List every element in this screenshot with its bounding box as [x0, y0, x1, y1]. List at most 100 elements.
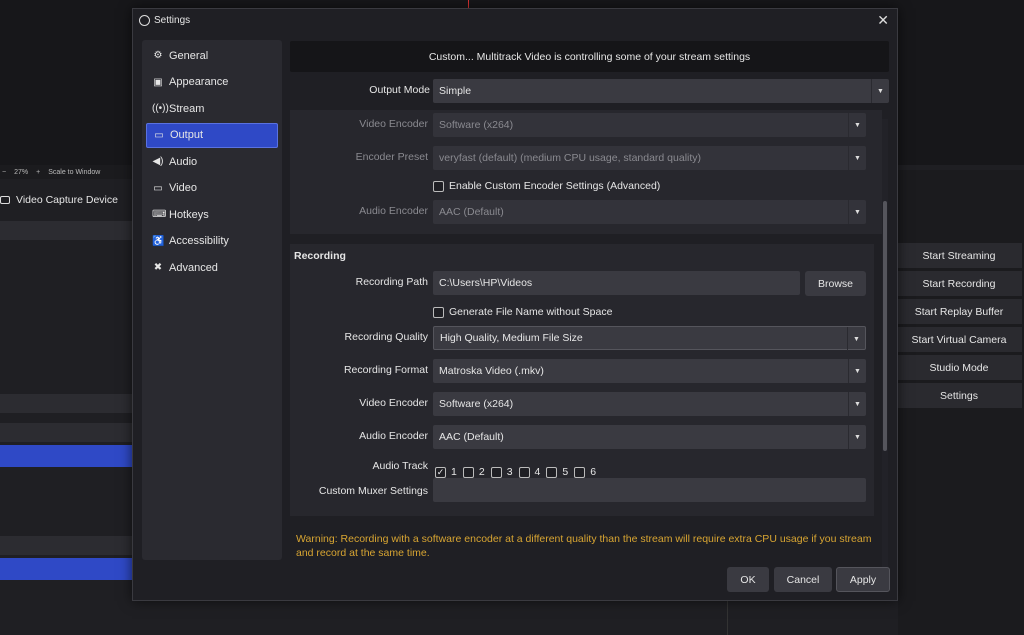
chevron-down-icon: ▼ — [848, 113, 866, 137]
settings-button[interactable]: Settings — [896, 383, 1022, 408]
stream-video-encoder-label: Video Encoder — [359, 118, 428, 130]
sidebar-item-label: Output — [170, 129, 204, 141]
recording-format-label: Recording Format — [343, 364, 428, 376]
sidebar-item-label: General — [169, 49, 209, 62]
scale-label[interactable]: Scale to Window — [48, 169, 100, 176]
rec-audio-encoder-label: Audio Encoder — [359, 430, 428, 442]
scroll-thumb[interactable] — [883, 201, 887, 451]
sidebar-item-audio[interactable]: ◀) Audio — [146, 149, 278, 174]
recording-quality-select[interactable]: High Quality, Medium File Size ▼ — [433, 326, 866, 351]
sidebar-item-label: Appearance — [169, 76, 229, 88]
encoder-preset-select[interactable]: veryfast (default) (medium CPU usage, st… — [433, 146, 866, 170]
stream-video-encoder-value: Software (x264) — [439, 119, 514, 131]
source-item[interactable]: Video Capture Device — [0, 188, 132, 212]
audio-track-1[interactable]: ✓ 1 — [435, 466, 457, 478]
dialog-title: Settings — [154, 14, 191, 26]
panel-header — [0, 394, 132, 413]
recording-quality-value: High Quality, Medium File Size — [440, 332, 583, 344]
sidebar-item-hotkeys[interactable]: ⌨ Hotkeys — [146, 202, 278, 227]
track-label: 6 — [590, 466, 597, 478]
stream-audio-encoder-value: AAC (Default) — [439, 206, 504, 218]
audio-track-2[interactable]: 2 — [462, 466, 485, 478]
wrench-icon: ✖ — [153, 262, 163, 273]
track-label: 5 — [562, 466, 569, 478]
sidebar-item-stream[interactable]: ((•)) Stream — [146, 96, 278, 121]
track-label: 4 — [534, 466, 541, 478]
check-icon[interactable]: ✓ — [435, 466, 446, 478]
zoom-plus-icon[interactable]: + — [36, 169, 40, 176]
recording-quality-label: Recording Quality — [344, 331, 428, 343]
multitrack-banner: Custom... Multitrack Video is controllin… — [290, 41, 889, 72]
sidebar-item-label: Hotkeys — [169, 208, 209, 221]
studio-mode-button[interactable]: Studio Mode — [896, 355, 1022, 380]
filename-nospace-checkbox[interactable]: Generate File Name without Space — [433, 306, 612, 318]
rec-audio-encoder-select[interactable]: AAC (Default) ▼ — [433, 425, 866, 449]
encoder-preset-label: Encoder Preset — [355, 151, 428, 163]
recording-format-select[interactable]: Matroska Video (.mkv) ▼ — [433, 359, 866, 383]
start-virtual-camera-button[interactable]: Start Virtual Camera — [896, 327, 1022, 352]
stream-video-encoder-select[interactable]: Software (x264) ▼ — [433, 113, 866, 137]
audio-track-3[interactable]: 3 — [490, 466, 513, 478]
checkbox-box[interactable] — [574, 466, 586, 478]
audio-track-4[interactable]: 4 — [518, 466, 541, 478]
sidebar-item-general[interactable]: ⚙ General — [146, 43, 278, 68]
cpu-warning-text: Warning: Recording with a software encod… — [296, 533, 872, 559]
sidebar-item-appearance[interactable]: ▣ Appearance — [146, 70, 278, 95]
obs-logo-icon — [139, 14, 150, 26]
recording-path-label: Recording Path — [355, 276, 428, 288]
start-streaming-button[interactable]: Start Streaming — [896, 243, 1022, 268]
sidebar-item-label: Audio — [169, 155, 198, 168]
audio-track-5[interactable]: 5 — [546, 466, 568, 478]
checkbox-box[interactable] — [433, 306, 444, 318]
panel-row — [0, 423, 132, 442]
apply-button[interactable]: Apply — [836, 567, 890, 592]
browse-button[interactable]: Browse — [805, 271, 866, 296]
stream-audio-encoder-label: Audio Encoder — [359, 205, 428, 217]
settings-sidebar: ⚙ General ▣ Appearance ((•)) Stream ▭ Ou… — [142, 40, 282, 560]
start-recording-button[interactable]: Start Recording — [896, 271, 1022, 296]
checkbox-box[interactable] — [546, 466, 558, 478]
appearance-icon: ▣ — [153, 76, 163, 88]
sidebar-item-output[interactable]: ▭ Output — [146, 122, 278, 148]
sidebar-item-video[interactable]: ▭ Video — [146, 176, 278, 201]
stream-icon: ((•)) — [152, 103, 169, 114]
custom-encoder-checkbox[interactable]: Enable Custom Encoder Settings (Advanced… — [433, 180, 660, 192]
selected-row[interactable] — [0, 558, 132, 580]
panel-row — [0, 536, 132, 555]
audio-track-label: Audio Track — [372, 460, 428, 472]
checkbox-box[interactable] — [518, 466, 530, 478]
recording-path-input[interactable]: C:\Users\HP\Videos — [433, 271, 800, 295]
sidebar-item-label: Stream — [169, 102, 205, 115]
output-mode-label: Output Mode — [369, 84, 430, 96]
settings-dialog: Settings ✕ ⚙ General ▣ Appearance ((•)) … — [132, 8, 898, 601]
muxer-settings-label: Custom Muxer Settings — [318, 485, 428, 497]
muxer-settings-input[interactable] — [433, 478, 866, 502]
gear-icon: ⚙ — [153, 50, 163, 61]
monitor-icon: ▭ — [153, 182, 163, 194]
zoom-minus-icon[interactable]: − — [2, 169, 6, 176]
rec-video-encoder-select[interactable]: Software (x264) ▼ — [433, 392, 866, 416]
checkbox-box[interactable] — [433, 180, 444, 192]
speaker-icon: ◀) — [152, 156, 164, 167]
stream-audio-encoder-select[interactable]: AAC (Default) ▼ — [433, 200, 866, 224]
cancel-button[interactable]: Cancel — [774, 567, 832, 592]
audio-track-6[interactable]: 6 — [574, 466, 596, 478]
checkbox-box[interactable] — [490, 466, 502, 478]
output-mode-select[interactable]: Simple ▼ — [433, 79, 889, 103]
checkbox-box[interactable] — [462, 466, 474, 478]
recording-section-title: Recording — [294, 250, 346, 262]
divider — [727, 600, 728, 635]
sidebar-item-label: Video — [169, 182, 197, 194]
audio-track-group: ✓ 1 2 3 4 5 6 — [435, 466, 596, 478]
selected-row[interactable] — [0, 445, 132, 467]
close-icon[interactable]: ✕ — [877, 12, 889, 29]
rec-video-encoder-label: Video Encoder — [359, 397, 428, 409]
sidebar-item-advanced[interactable]: ✖ Advanced — [146, 255, 278, 280]
accessibility-icon: ♿ — [152, 235, 165, 247]
scrollbar[interactable] — [882, 119, 888, 589]
chevron-down-icon: ▼ — [848, 200, 866, 224]
start-replay-buffer-button[interactable]: Start Replay Buffer — [896, 299, 1022, 324]
sidebar-item-accessibility[interactable]: ♿ Accessibility — [146, 229, 278, 254]
source-row[interactable] — [0, 221, 132, 240]
ok-button[interactable]: OK — [727, 567, 769, 592]
